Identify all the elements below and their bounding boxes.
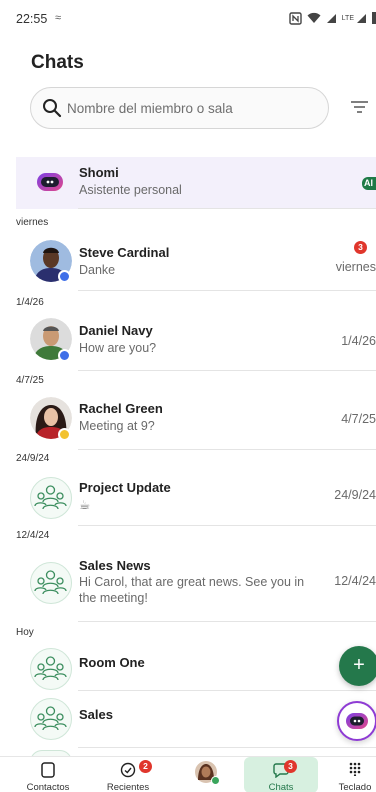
chat-row-sales-news[interactable]: Sales News Hi Carol, that are great news… [16,548,376,622]
chat-name: Daniel Navy [79,323,153,338]
status-bar: 22:55 ≈ LTE [0,0,376,36]
section-header: 12/4/24 [16,530,50,541]
chat-preview: How are you? [79,341,157,355]
recents-icon [120,762,136,778]
lte-label: LTE [341,14,354,22]
nav-label: Chats [268,782,294,792]
chat-name: Room One [79,655,145,670]
nav-label: Teclado [338,782,372,792]
chat-name: Shomi [79,165,119,180]
page-title: Chats [31,52,84,73]
room-avatar [30,477,72,519]
new-chat-button[interactable]: + [339,646,376,686]
chat-time: 1/4/26 [341,334,376,348]
row-separator [78,290,376,291]
room-avatar [30,698,72,740]
chat-list[interactable]: Shomi Asistente personal AI viernes Stev… [16,156,376,756]
nav-chats[interactable]: 3 Chats [244,757,318,792]
chat-time: 12/4/24 [334,574,376,588]
signal-icon [326,13,336,23]
filter-icon[interactable] [351,101,368,113]
section-header: Hoy [16,627,34,638]
presence-indicator [58,349,71,362]
chat-name: Rachel Green [79,401,163,416]
chat-name: Project Update [79,480,171,495]
section-header: 1/4/26 [16,297,44,308]
chat-row-room-one[interactable]: Room One [16,643,376,691]
shomi-logo-icon [37,173,63,191]
shomi-logo-icon [346,713,368,729]
battery-icon [372,12,376,24]
group-icon [34,706,67,731]
search-box[interactable] [30,87,329,129]
nav-teclado[interactable]: Teclado [318,757,376,792]
chat-time: viernes [335,260,376,274]
chat-row-rachel-green[interactable]: Rachel Green Meeting at 9? 4/7/25 [16,392,376,450]
nav-badge: 2 [139,760,152,773]
chat-preview: Meeting at 9? [79,419,155,433]
nav-label: Recientes [106,782,150,792]
shomi-assistant-button[interactable] [337,701,376,741]
search-input[interactable] [67,88,322,128]
row-separator [78,525,376,526]
presence-indicator [58,428,71,441]
nav-recientes[interactable]: 2 Recientes [91,757,165,792]
section-header: 24/9/24 [16,453,50,464]
search-icon [43,99,62,118]
ai-badge: AI [362,177,376,190]
chat-preview: ☕ [79,498,91,512]
room-avatar [30,648,72,690]
section-header: 4/7/25 [16,375,44,386]
chat-row-steve-cardinal[interactable]: Steve Cardinal Danke 3 viernes [16,235,376,291]
group-icon [34,485,67,510]
bottom-nav: Contactos 2 Recientes 3 Chats Teclado [0,756,376,792]
signal-icon-2 [357,13,366,23]
row-separator [78,208,376,209]
unread-badge: 3 [354,241,367,254]
chat-name: Sales [79,707,113,722]
chat-time: 4/7/25 [341,412,376,426]
room-avatar [30,562,72,604]
chat-row-sales[interactable]: Sales [16,693,376,749]
chat-preview: Hi Carol, that are great news. See you i… [79,575,305,605]
row-separator [78,621,376,622]
nav-contactos[interactable]: Contactos [11,757,85,792]
chat-name: Steve Cardinal [79,245,170,260]
hotspot-icon: ≈ [55,12,62,24]
row-separator [78,747,376,748]
nav-label: Contactos [26,782,70,792]
chat-preview: Asistente personal [79,183,182,197]
chat-preview: Danke [79,263,116,277]
wifi-icon [307,12,321,23]
keypad-icon [349,762,361,776]
nav-badge: 3 [284,760,297,773]
nav-profile[interactable] [169,757,243,792]
presence-indicator [211,776,220,785]
status-time: 22:55 [16,12,48,26]
status-icons: LTE [288,10,376,26]
chat-row-project-update[interactable]: Project Update ☕ 24/9/24 [16,470,376,526]
chat-row-daniel-navy[interactable]: Daniel Navy How are you? 1/4/26 [16,313,376,371]
chat-row-shomi[interactable]: Shomi Asistente personal AI [16,157,376,209]
nfc-icon [288,11,302,25]
chat-time: 24/9/24 [334,488,376,502]
row-separator [78,690,376,691]
row-separator [78,370,376,371]
group-icon [34,570,67,595]
chat-name: Sales News [79,558,151,573]
group-icon [34,656,67,681]
presence-indicator [58,270,71,283]
row-separator [78,449,376,450]
section-header: viernes [16,217,49,228]
contacts-icon [41,762,55,778]
